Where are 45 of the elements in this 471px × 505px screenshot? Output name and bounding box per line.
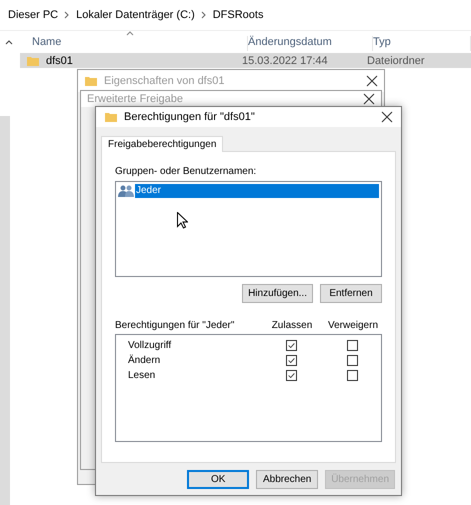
column-header: Verweigern bbox=[326, 320, 380, 331]
checkbox[interactable] bbox=[346, 340, 358, 351]
checkbox[interactable] bbox=[286, 370, 296, 381]
users-icon bbox=[118, 185, 134, 197]
checkbox[interactable] bbox=[346, 370, 358, 381]
folder-icon bbox=[84, 74, 98, 88]
checkbox[interactable] bbox=[346, 355, 358, 366]
list-button[interactable]: Hinzufügen... bbox=[242, 284, 313, 303]
folder-icon bbox=[104, 110, 118, 124]
file-date: 15.03.2022 17:44 bbox=[242, 54, 329, 66]
column-header: Zulassen bbox=[270, 320, 314, 331]
window-title: Berechtigungen für "dfs01" bbox=[124, 111, 256, 123]
chevron-icon[interactable] bbox=[64, 11, 70, 19]
group-item[interactable]: Jeder bbox=[135, 184, 379, 198]
dialog-button[interactable]: Abbrechen bbox=[256, 470, 318, 489]
tab[interactable]: Freigabeberechtigungen bbox=[101, 136, 224, 152]
checkbox[interactable] bbox=[286, 355, 296, 366]
dialog-button[interactable]: OK bbox=[187, 470, 250, 489]
column-header[interactable]: Änderungsdatum bbox=[248, 36, 373, 51]
close-icon[interactable] bbox=[381, 111, 393, 123]
permission-name: Lesen bbox=[128, 370, 156, 381]
permissions-label: Berechtigungen für "Jeder" bbox=[115, 320, 236, 331]
breadcrumb-item[interactable]: Dieser PC bbox=[8, 9, 58, 21]
file-name: dfs01 bbox=[46, 54, 73, 66]
close-icon[interactable] bbox=[363, 93, 375, 105]
close-icon[interactable] bbox=[366, 75, 378, 87]
window-title: Eigenschaften von dfs01 bbox=[104, 75, 226, 87]
groups-label: Gruppen- oder Benutzernamen: bbox=[115, 166, 258, 177]
column-header[interactable]: Typ bbox=[373, 36, 471, 51]
column-header[interactable]: Name bbox=[32, 36, 248, 51]
mouse-cursor-icon bbox=[177, 212, 188, 229]
groups-list[interactable]: Jeder bbox=[115, 181, 382, 277]
chevron-icon[interactable] bbox=[200, 11, 207, 19]
scroll-up-icon[interactable] bbox=[5, 39, 13, 45]
permission-name: Ändern bbox=[128, 355, 162, 366]
breadcrumb-item[interactable]: DFSRoots bbox=[212, 9, 264, 21]
sort-ascending-icon bbox=[126, 31, 134, 36]
checkbox[interactable] bbox=[286, 340, 296, 351]
breadcrumb-item[interactable]: Lokaler Datenträger (C:) bbox=[76, 9, 195, 21]
file-type: Dateiordner bbox=[367, 54, 426, 66]
permission-name: Vollzugriff bbox=[128, 340, 172, 351]
window-title: Erweiterte Freigabe bbox=[87, 93, 184, 105]
scrollbar-thumb[interactable] bbox=[0, 116, 10, 505]
list-button[interactable]: Entfernen bbox=[320, 284, 382, 303]
file-row[interactable]: dfs01 15.03.2022 17:44 Dateiordner bbox=[20, 53, 471, 68]
